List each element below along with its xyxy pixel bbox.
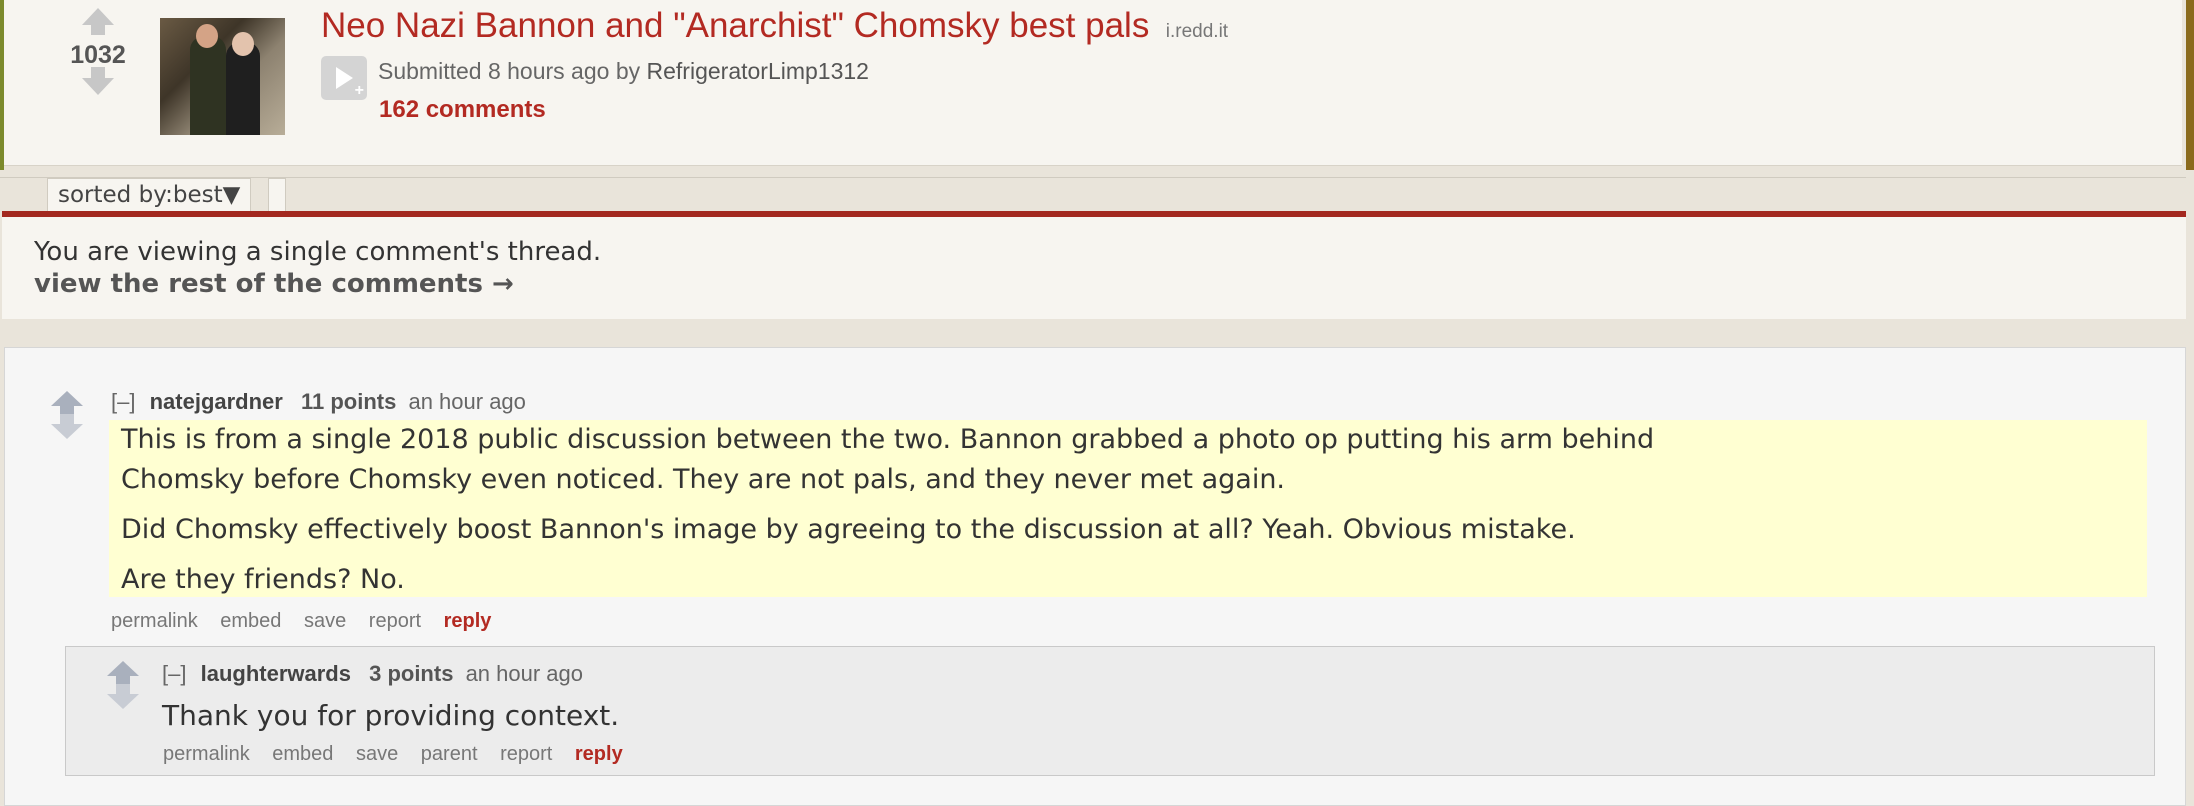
comment-paragraph: Are they friends? No. <box>121 564 405 595</box>
report-button[interactable]: report <box>500 743 552 765</box>
parent-button[interactable]: parent <box>421 743 478 765</box>
upvote-arrow-icon[interactable] <box>82 8 114 35</box>
post-vote-column: 1032 <box>54 8 142 95</box>
comment-vote-column <box>47 391 87 439</box>
comment-paragraph: This is from a single 2018 public discus… <box>121 424 1655 455</box>
downvote-arrow-icon[interactable] <box>107 684 139 709</box>
comment-paragraph: Chomsky before Chomsky even noticed. The… <box>121 464 1286 495</box>
child-time: an hour ago <box>465 661 583 686</box>
child-buttons: permalink embed save parent report reply <box>163 743 640 766</box>
child-comment: [–] laughterwards 3 points an hour ago T… <box>65 646 2155 776</box>
comment-tagline: [–] natejgardner 11 points an hour ago <box>111 389 526 415</box>
view-rest-link[interactable]: view the rest of the comments → <box>34 269 514 299</box>
downvote-arrow-icon[interactable] <box>82 67 114 95</box>
downvote-arrow-icon[interactable] <box>51 414 83 439</box>
notice-text: You are viewing a single comment's threa… <box>34 237 602 267</box>
dropdown-caret-icon: ▼ <box>222 182 241 208</box>
save-button[interactable]: save <box>304 610 346 632</box>
reply-button[interactable]: reply <box>444 610 492 632</box>
expando-play-button[interactable]: + <box>321 56 367 100</box>
child-score: 3 points <box>369 661 454 686</box>
upvote-arrow-icon[interactable] <box>107 661 139 686</box>
comments-link[interactable]: 162 comments <box>379 96 546 124</box>
comment-thread: [–] natejgardner 11 points an hour ago T… <box>4 347 2186 806</box>
save-button[interactable]: save <box>356 743 398 765</box>
sort-tab-spacer <box>268 178 286 211</box>
comment-body: This is from a single 2018 public discus… <box>109 420 2147 597</box>
post-card: 1032 Neo Nazi Bannon and "Anarchist" Cho… <box>4 0 2182 166</box>
sort-dropdown[interactable]: sorted by:best▼ <box>47 178 252 211</box>
post-title-row: Neo Nazi Bannon and "Anarchist" Chomsky … <box>321 6 1228 46</box>
comment-author[interactable]: natejgardner <box>150 389 283 414</box>
comment-score: 11 points <box>300 389 397 414</box>
single-thread-notice: You are viewing a single comment's threa… <box>2 211 2186 319</box>
embed-button[interactable]: embed <box>272 743 333 765</box>
child-vote-column <box>103 661 143 709</box>
reply-button[interactable]: reply <box>575 743 623 765</box>
post-tagline: Submitted 8 hours ago by RefrigeratorLim… <box>378 58 869 84</box>
child-author[interactable]: laughterwards <box>201 661 351 686</box>
collapse-toggle[interactable]: [–] <box>111 389 135 414</box>
post-domain[interactable]: i.redd.it <box>1166 21 1228 42</box>
post-score: 1032 <box>70 41 126 69</box>
sort-bar: sorted by:best▼ <box>0 177 2186 212</box>
permalink-button[interactable]: permalink <box>163 743 250 765</box>
collapse-toggle[interactable]: [–] <box>162 661 186 686</box>
comment-buttons: permalink embed save report reply <box>111 610 508 633</box>
play-icon <box>336 67 353 89</box>
post-thumbnail[interactable] <box>160 18 285 135</box>
embed-button[interactable]: embed <box>220 610 281 632</box>
sort-value: best <box>172 182 223 208</box>
comment-paragraph: Did Chomsky effectively boost Bannon's i… <box>121 514 1576 545</box>
sort-label: sorted by: <box>58 182 173 208</box>
upvote-arrow-icon[interactable] <box>51 391 83 416</box>
post-author[interactable]: RefrigeratorLimp1312 <box>647 58 869 84</box>
comment-time: an hour ago <box>408 389 526 414</box>
report-button[interactable]: report <box>369 610 421 632</box>
child-tagline: [–] laughterwards 3 points an hour ago <box>162 661 583 687</box>
plus-icon: + <box>354 82 364 99</box>
post-title[interactable]: Neo Nazi Bannon and "Anarchist" Chomsky … <box>321 6 1149 45</box>
post-time: 8 hours ago <box>487 58 610 84</box>
permalink-button[interactable]: permalink <box>111 610 198 632</box>
child-body: Thank you for providing context. <box>162 699 620 732</box>
background-edge-right <box>2186 0 2194 170</box>
